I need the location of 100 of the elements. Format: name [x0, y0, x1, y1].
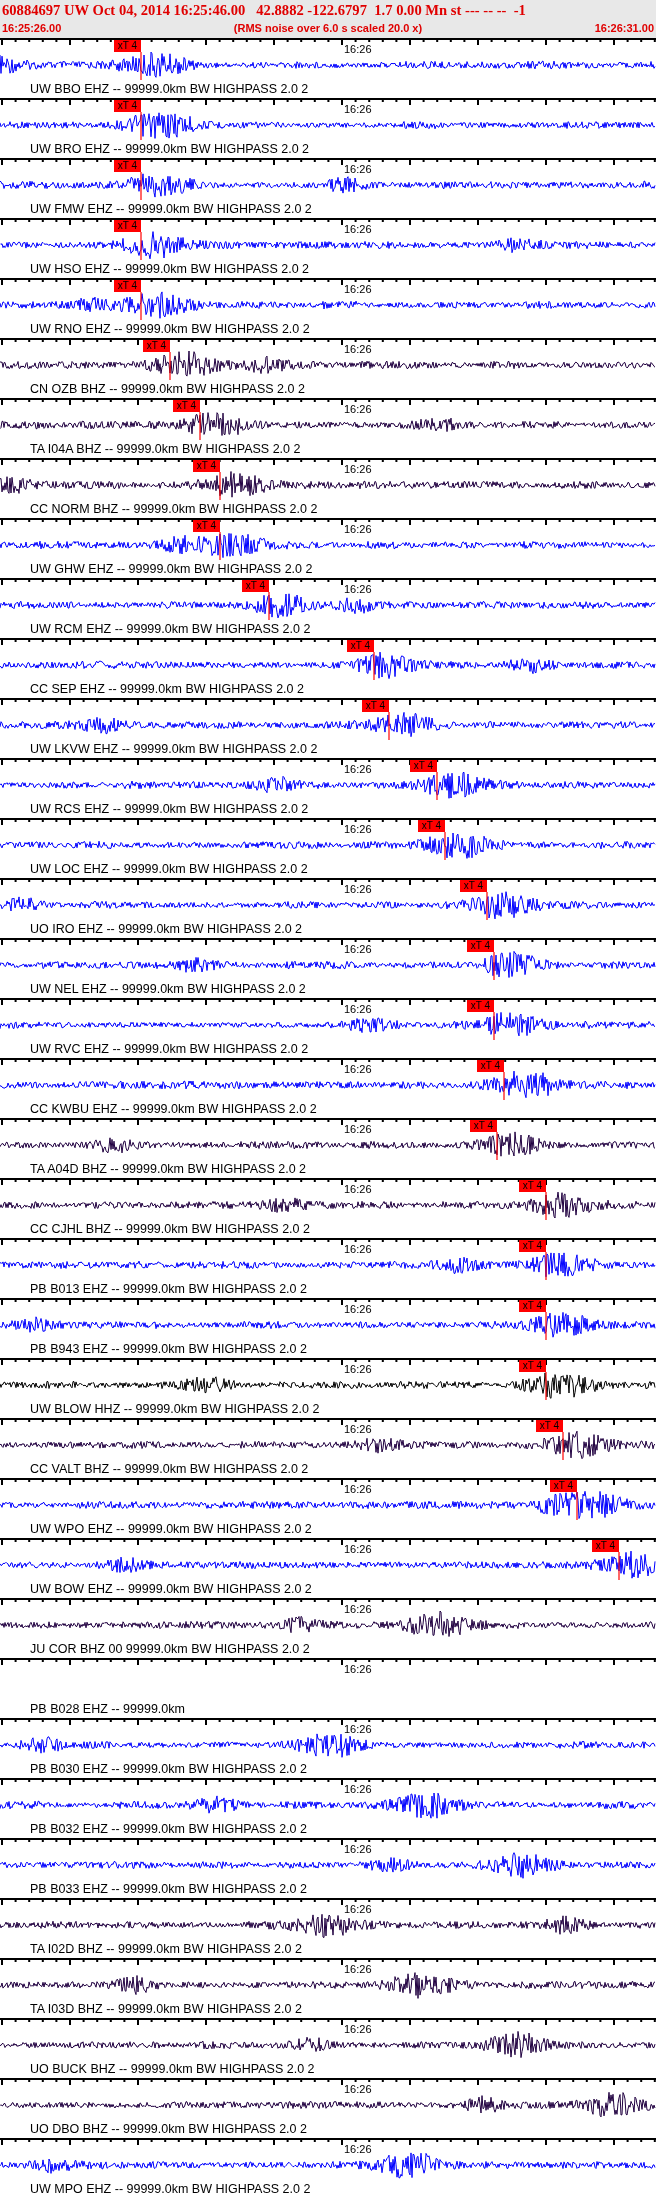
pick-marker: xT 4 — [193, 460, 220, 472]
time-mark: 16:26 — [344, 104, 372, 115]
pick-marker: xT 4 — [114, 100, 141, 112]
time-mark: 16:26 — [344, 1784, 372, 1795]
time-mark: 16:26 — [344, 1604, 372, 1615]
pick-marker: xT 4 — [114, 40, 141, 52]
channel-label: UO IRO EHZ -- 99999.0km BW HIGHPASS 2.0 2 — [30, 923, 303, 936]
time-mark: 16:26 — [344, 44, 372, 55]
channel-label: UW BOW EHZ -- 99999.0km BW HIGHPASS 2.0 2 — [30, 1583, 312, 1596]
pick-line — [268, 591, 270, 621]
time-mark: 16:26 — [344, 284, 372, 295]
channel-label: TA I03D BHZ -- 99999.0km BW HIGHPASS 2.0 2 — [30, 2003, 302, 2016]
time-mark: 16:26 — [344, 824, 372, 835]
pick-line — [219, 531, 221, 561]
channel-label: UW HSO EHZ -- 99999.0km BW HIGHPASS 2.0 2 — [30, 263, 309, 276]
pick-line — [562, 1431, 564, 1461]
pick-line — [436, 771, 438, 801]
pick-line — [545, 1311, 547, 1341]
channel-label: PB B943 EHZ -- 99999.0km BW HIGHPASS 2.0 2 — [30, 1343, 307, 1356]
pick-line — [576, 1491, 578, 1521]
channel-label: TA A04D BHZ -- 99999.0km BW HIGHPASS 2.0 2 — [30, 1163, 307, 1176]
pick-marker: xT 4 — [410, 760, 437, 772]
pick-marker: xT 4 — [467, 1000, 494, 1012]
pick-line — [545, 1251, 547, 1281]
pick-line — [373, 651, 375, 681]
pick-line — [493, 1011, 495, 1041]
pick-marker: xT 4 — [114, 220, 141, 232]
channel-label: UW WPO EHZ -- 99999.0km BW HIGHPASS 2.0 2 — [30, 1523, 312, 1536]
channel-label: JU COR BHZ 00 99999.0km BW HIGHPASS 2.0 2 — [30, 1643, 310, 1656]
channel-label: UW RNO EHZ -- 99999.0km BW HIGHPASS 2.0 2 — [30, 323, 310, 336]
time-mark: 16:26 — [344, 1184, 372, 1195]
channel-label: PB B013 EHZ -- 99999.0km BW HIGHPASS 2.0 2 — [30, 1283, 307, 1296]
pick-marker: xT 4 — [519, 1240, 546, 1252]
time-mark: 16:26 — [344, 404, 372, 415]
time-mark: 16:26 — [344, 1664, 372, 1675]
time-mark: 16:26 — [344, 1124, 372, 1135]
pick-marker: xT 4 — [519, 1360, 546, 1372]
time-mark: 16:26 — [344, 1064, 372, 1075]
channel-label: UW LKVW EHZ -- 99999.0km BW HIGHPASS 2.0 2 — [30, 743, 318, 756]
time-mark: 16:26 — [344, 464, 372, 475]
pick-line — [486, 891, 488, 921]
time-mark: 16:26 — [344, 1544, 372, 1555]
event-title: 60884697 UW Oct 04, 2014 16:25:46.00 42.8882 -122.6797 1.7 0.00 Mn st --- -- -- -1 — [2, 1, 527, 20]
pick-line — [496, 1131, 498, 1161]
time-mark: 16:26 — [344, 944, 372, 955]
time-mark: 16:26 — [344, 764, 372, 775]
channel-label: CC CJHL BHZ -- 99999.0km BW HIGHPASS 2.0 2 — [30, 1223, 310, 1236]
time-mark: 16:26 — [344, 884, 372, 895]
time-mark: 16:26 — [344, 1964, 372, 1975]
pick-marker: xT 4 — [536, 1420, 563, 1432]
channel-label: UW BRO EHZ -- 99999.0km BW HIGHPASS 2.0 2 — [30, 143, 309, 156]
pick-line — [219, 471, 221, 501]
pick-line — [493, 951, 495, 981]
channel-label: UW RCM EHZ -- 99999.0km BW HIGHPASS 2.0 2 — [30, 623, 311, 636]
pick-line — [618, 1551, 620, 1581]
channel-label: UW RCS EHZ -- 99999.0km BW HIGHPASS 2.0 2 — [30, 803, 309, 816]
time-mark: 16:26 — [344, 584, 372, 595]
start-time: 16:25:26.00 — [2, 21, 62, 36]
pick-marker: xT 4 — [347, 640, 374, 652]
channel-label: CC VALT BHZ -- 99999.0km BW HIGHPASS 2.0 2 — [30, 1463, 309, 1476]
pick-marker: xT 4 — [193, 520, 220, 532]
time-mark: 16:26 — [344, 1304, 372, 1315]
time-mark: 16:26 — [344, 1484, 372, 1495]
time-mark: 16:26 — [344, 1364, 372, 1375]
channel-label: UW FMW EHZ -- 99999.0km BW HIGHPASS 2.0 2 — [30, 203, 312, 216]
pick-marker: xT 4 — [467, 940, 494, 952]
time-mark: 16:26 — [344, 1904, 372, 1915]
channel-label: CC SEP EHZ -- 99999.0km BW HIGHPASS 2.0 2 — [30, 683, 304, 696]
pick-marker: xT 4 — [114, 280, 141, 292]
channel-label: UO DBO BHZ -- 99999.0km BW HIGHPASS 2.0 2 — [30, 2123, 307, 2136]
end-time: 16:26:31.00 — [594, 21, 654, 36]
channel-label: TA I02D BHZ -- 99999.0km BW HIGHPASS 2.0 2 — [30, 1943, 302, 1956]
pick-marker: xT 4 — [470, 1120, 497, 1132]
pick-marker: xT 4 — [519, 1300, 546, 1312]
pick-line — [199, 411, 201, 441]
pick-marker: xT 4 — [362, 700, 389, 712]
channel-label: UW NEL EHZ -- 99999.0km BW HIGHPASS 2.0 2 — [30, 983, 306, 996]
time-mark: 16:26 — [344, 1244, 372, 1255]
pick-marker: xT 4 — [550, 1480, 577, 1492]
pick-marker: xT 4 — [143, 340, 170, 352]
time-mark: 16:26 — [344, 224, 372, 235]
pick-line — [545, 1191, 547, 1221]
pick-line — [444, 831, 446, 861]
channel-label: PB B032 EHZ -- 99999.0km BW HIGHPASS 2.0 2 — [30, 1823, 307, 1836]
channel-label: UW BLOW HHZ -- 99999.0km BW HIGHPASS 2.0 2 — [30, 1403, 320, 1416]
pick-line — [140, 231, 142, 261]
time-mark: 16:26 — [344, 1004, 372, 1015]
pick-line — [503, 1071, 505, 1101]
time-mark: 16:26 — [344, 1724, 372, 1735]
pick-line — [140, 111, 142, 141]
noise-note: (RMS noise over 6.0 s scaled 20.0 x) — [233, 21, 423, 36]
pick-marker: xT 4 — [173, 400, 200, 412]
pick-line — [140, 51, 142, 81]
channel-label: CC NORM BHZ -- 99999.0km BW HIGHPASS 2.0 2 — [30, 503, 318, 516]
channel-label: UW GHW EHZ -- 99999.0km BW HIGHPASS 2.0 2 — [30, 563, 313, 576]
pick-line — [545, 1371, 547, 1401]
time-mark: 16:26 — [344, 1424, 372, 1435]
pick-line — [140, 171, 142, 201]
pick-line — [140, 291, 142, 321]
channel-label: UO BUCK BHZ -- 99999.0km BW HIGHPASS 2.0 2 — [30, 2063, 315, 2076]
